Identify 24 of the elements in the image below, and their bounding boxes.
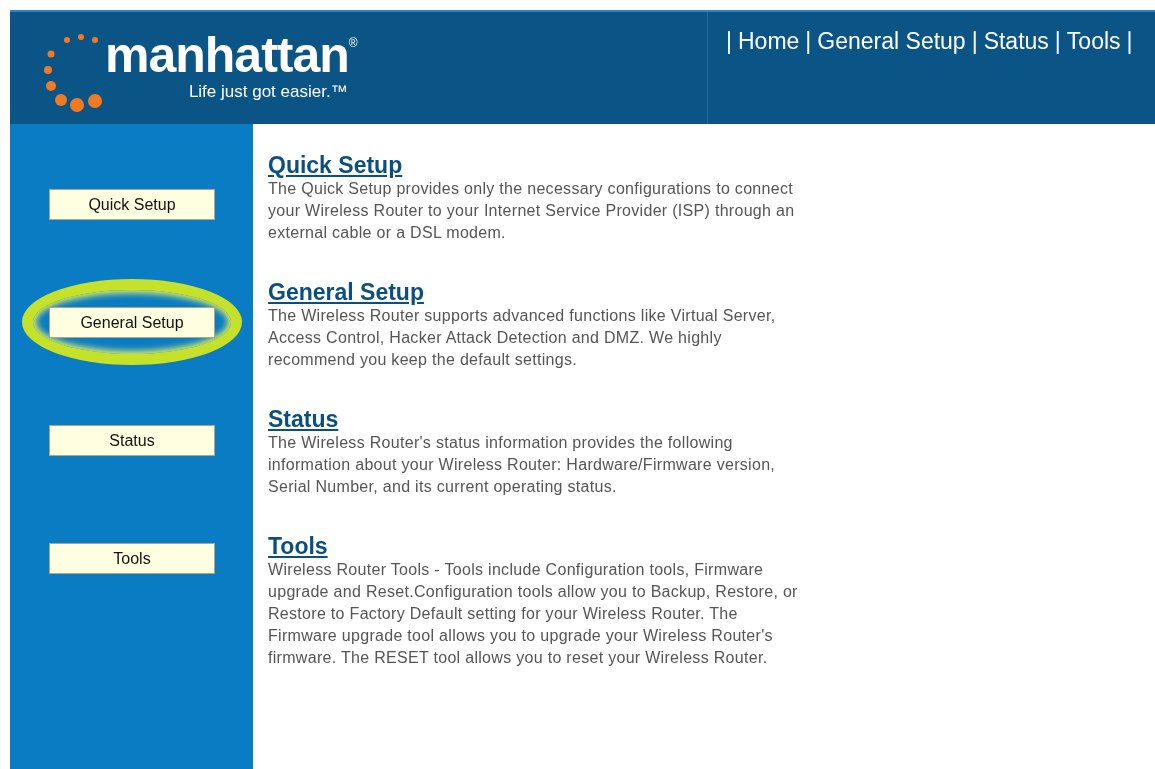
tagline: Life just got easier.™: [188, 82, 348, 102]
separator: |: [726, 28, 732, 56]
section-link[interactable]: General Setup: [268, 279, 424, 305]
sidebar-button[interactable]: Status: [49, 425, 215, 456]
section-description: The Wireless Router's status information provides the following information about your Wireless Router: Hardware/Firmware version, Serial Number, and its current operating status.: [268, 433, 777, 497]
section-link[interactable]: Status: [268, 406, 339, 432]
brand-name: manhattan: [105, 26, 349, 85]
section-description: Wireless Router Tools - Tools include Configuration tools, Firmware upgrade and Reset.Configuration tools allow you to Backup, Restore, or Restore to Factory Default setting for your Wireless Router. The Firmware upgrade tool allows you to upgrade your Wireless Router's firmware. The RESET tool allows you to reset your Wireless Router.: [268, 560, 799, 668]
section-description: The Quick Setup provides only the necessary configurations to connect your Wireless Router to your Internet Service Provider (ISP) through an external cable or a DSL modem.: [268, 179, 796, 243]
sidebar-button[interactable]: Tools: [49, 543, 215, 574]
section-description: The Wireless Router supports advanced functions like Virtual Server, Access Control, Hacker Attack Detection and DMZ. We highly recommend you keep the default settings.: [268, 306, 777, 370]
separator: |: [1054, 28, 1061, 56]
separator: |: [971, 28, 978, 56]
separator: |: [1126, 28, 1133, 56]
separator: |: [805, 28, 812, 56]
section-link[interactable]: Tools: [268, 533, 328, 559]
sidebar-button[interactable]: General Setup: [49, 307, 215, 338]
nav-link[interactable]: General Setup: [817, 28, 966, 124]
nav-link[interactable]: Tools: [1066, 28, 1121, 124]
nav-link[interactable]: Home: [738, 28, 800, 124]
nav-link[interactable]: Status: [983, 28, 1049, 124]
registered-mark: ®: [348, 36, 358, 50]
sidebar-button[interactable]: Quick Setup: [49, 189, 215, 220]
section-link[interactable]: Quick Setup: [268, 152, 403, 178]
